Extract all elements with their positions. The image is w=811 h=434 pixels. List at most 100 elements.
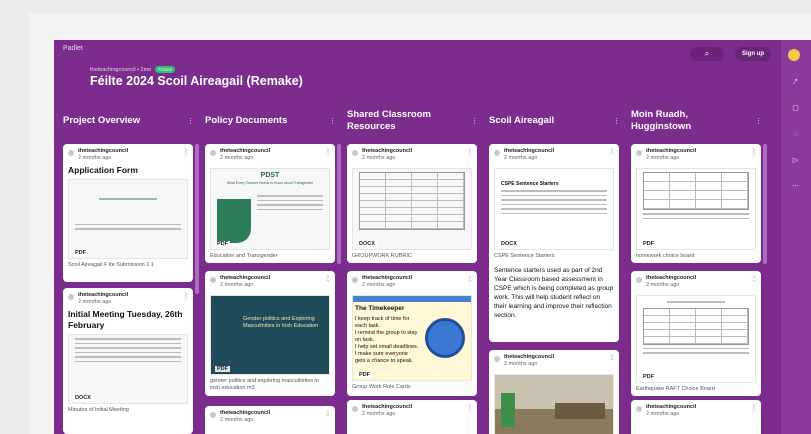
user-avatar[interactable] <box>788 49 800 61</box>
column-title[interactable]: Policy Documents <box>205 115 315 127</box>
preview-line <box>643 217 749 219</box>
post-menu-icon[interactable]: ⋮ <box>751 148 757 155</box>
column-menu-icon[interactable]: ⋮ <box>329 117 336 125</box>
play-icon[interactable]: ▷ <box>791 156 800 165</box>
post-card[interactable]: theteachingcouncil 2 months ago ⋮ Gender p… <box>205 271 335 396</box>
search-button[interactable]: ⌕ <box>690 47 724 61</box>
post-menu-icon[interactable]: ⋮ <box>467 148 473 155</box>
preview-line <box>75 342 181 344</box>
post-card[interactable]: theteachingcouncil 2 months ago ⋮ <box>489 350 619 434</box>
attachment-preview[interactable]: PDST What Every Teacher Needs to Know ab… <box>210 168 330 250</box>
post-card[interactable]: theteachingcouncil 2 months ago ⋮ <box>205 406 335 434</box>
post-menu-icon[interactable]: ⋮ <box>325 410 331 417</box>
post-menu-icon[interactable]: ⋮ <box>467 275 473 282</box>
post-caption: gender politics and exploring masculinit… <box>210 378 319 391</box>
post-card[interactable]: theteachingcouncil 2 months ago ⋮ DOCX GRO… <box>347 144 477 263</box>
attachment-preview[interactable]: DOCX <box>352 168 472 250</box>
breadcrumb-text[interactable]: theteachingcouncil • 2mo <box>90 67 151 73</box>
post-card[interactable]: theteachingcouncil 2 months ago ⋮ <box>347 400 477 434</box>
avatar <box>494 356 500 362</box>
post-author: theteachingcouncil <box>220 275 271 281</box>
post-card[interactable]: theteachingcouncil 2 months ago ⋮ PDF home… <box>631 144 761 263</box>
post-author: theteachingcouncil <box>646 404 697 410</box>
column-title[interactable]: Shared Classroom Resources <box>347 109 457 133</box>
post-card[interactable]: theteachingcouncil 2 months ago ⋮ <box>631 400 761 434</box>
post-menu-icon[interactable]: ⋮ <box>325 275 331 282</box>
avatar <box>68 294 74 300</box>
post-card[interactable]: theteachingcouncil 2 months ago ⋮ The Time… <box>347 271 477 396</box>
post-caption: Scoil Aireagail F ite Submission 1 1 <box>68 262 154 268</box>
file-type-label: PDF <box>641 241 656 247</box>
post-time: 2 months ago <box>646 155 680 161</box>
share-icon[interactable]: ⤤ <box>791 78 800 87</box>
file-type-label: DOCX <box>357 241 377 247</box>
attachment-preview[interactable]: PDF <box>636 168 756 250</box>
preview-table <box>643 307 749 345</box>
bullet-item: I remind the group to stay on task. <box>355 330 418 343</box>
attachment-preview[interactable]: Gender politics and Exploring Masculinit… <box>210 295 330 375</box>
more-icon[interactable]: ⋯ <box>791 182 800 191</box>
avatar <box>494 150 500 156</box>
post-caption: homework choice board <box>636 253 695 259</box>
column-scrollbar[interactable] <box>337 144 341 264</box>
post-menu-icon[interactable]: ⋮ <box>183 148 189 155</box>
attachment-preview[interactable]: PDF <box>68 179 188 259</box>
post-card[interactable]: theteachingcouncil 2 months ago ⋮ PDST Wha… <box>205 144 335 263</box>
column-menu-icon[interactable]: ⋮ <box>187 117 194 125</box>
column-title[interactable]: Project Overview <box>63 115 173 127</box>
column-menu-icon[interactable]: ⋮ <box>471 117 478 125</box>
stopwatch-icon <box>425 318 465 358</box>
column-title[interactable]: Moin Ruadh, Hugginstown <box>631 109 741 133</box>
post-menu-icon[interactable]: ⋮ <box>467 404 473 411</box>
post-menu-icon[interactable]: ⋮ <box>751 275 757 282</box>
post-menu-icon[interactable]: ⋮ <box>609 148 615 155</box>
avatar <box>636 277 642 283</box>
preview-line <box>75 223 181 225</box>
photo-figure <box>501 393 515 427</box>
avatar <box>68 150 74 156</box>
file-type-label: PDF <box>641 374 656 380</box>
column-scrollbar[interactable] <box>195 144 199 294</box>
post-card[interactable]: theteachingcouncil 2 months ago ⋮ Initial … <box>63 288 193 434</box>
signup-button[interactable]: Sign up <box>735 47 771 61</box>
attachment-preview[interactable]: The Timekeeper I keep track of time for … <box>352 295 472 381</box>
column-title[interactable]: Scoil Aireagail <box>489 115 599 127</box>
post-heading: Application Form <box>68 165 138 175</box>
post-author: theteachingcouncil <box>78 292 129 298</box>
preview-line <box>257 208 323 210</box>
post-card[interactable]: theteachingcouncil 2 months ago ⋮ Applicat… <box>63 144 193 282</box>
post-caption: Earthquake RAFT Choice Board <box>636 386 715 392</box>
preview-title: The Timekeeper <box>355 305 405 312</box>
slideshow-icon[interactable]: ▢ <box>791 104 800 113</box>
post-time: 2 months ago <box>220 155 254 161</box>
column-menu-icon[interactable]: ⋮ <box>755 117 762 125</box>
preview-line <box>75 228 181 230</box>
app-brand[interactable]: Padlet <box>63 45 83 52</box>
attachment-preview[interactable]: PDF <box>636 295 756 383</box>
attachment-preview[interactable]: DOCX <box>68 334 188 404</box>
frozen-badge: Frozen <box>155 66 176 73</box>
post-caption: GROUPWORK RUBRIC <box>352 253 412 259</box>
avatar <box>352 150 358 156</box>
column-moin-ruadh: Moin Ruadh, Hugginstown ⋮ <box>631 106 766 136</box>
attachment-preview[interactable]: CSPE Sentence Starters DOCX <box>494 168 614 250</box>
post-caption: Group Work Role Cards <box>352 384 411 390</box>
post-menu-icon[interactable]: ⋮ <box>325 148 331 155</box>
post-author: theteachingcouncil <box>504 148 555 154</box>
column-scrollbar[interactable] <box>763 144 767 264</box>
preview-graphic <box>217 199 251 243</box>
page-title: Féilte 2024 Scoil Aireagail (Remake) <box>90 74 303 88</box>
file-type-label: PDF <box>73 250 88 256</box>
preview-line <box>257 204 323 206</box>
post-time: 2 months ago <box>504 155 538 161</box>
post-card[interactable]: theteachingcouncil 2 months ago ⋮ CSPE Sen… <box>489 144 619 342</box>
post-menu-icon[interactable]: ⋮ <box>751 404 757 411</box>
classroom-photo[interactable] <box>494 374 614 434</box>
post-menu-icon[interactable]: ⋮ <box>609 354 615 361</box>
post-card[interactable]: theteachingcouncil 2 months ago ⋮ PDF Eart… <box>631 271 761 396</box>
column-menu-icon[interactable]: ⋮ <box>613 117 620 125</box>
post-menu-icon[interactable]: ⋮ <box>183 292 189 299</box>
bullet-item: I keep track of time for each task. <box>355 316 410 329</box>
post-heading: Initial Meeting Tuesday, 26th February <box>68 309 183 330</box>
notifications-icon[interactable]: ◌ <box>791 130 800 139</box>
